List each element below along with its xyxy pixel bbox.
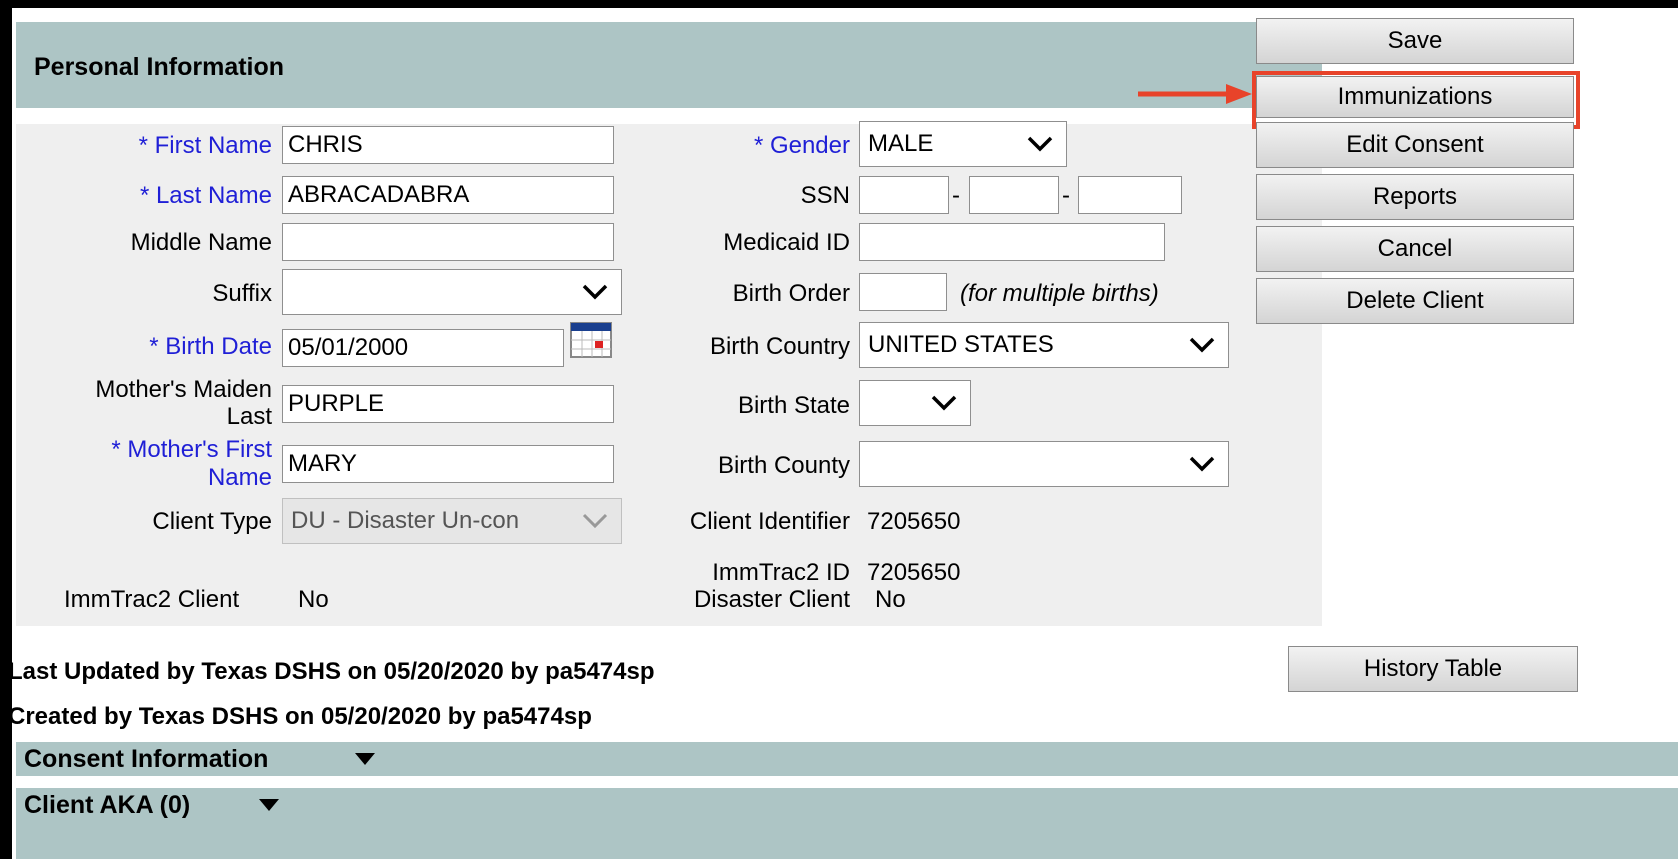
gender-label: * Gender: [753, 132, 850, 159]
birth-country-label: Birth Country: [709, 333, 850, 360]
gender-value: MALE: [868, 130, 934, 157]
first-name-label: * First Name: [138, 132, 272, 159]
mothers-maiden-label-1: Mother's Maiden: [95, 376, 272, 403]
birth-county-select[interactable]: [859, 441, 1229, 487]
middle-name-label: Middle Name: [130, 229, 272, 256]
ssn-part3-input[interactable]: [1078, 176, 1182, 214]
chevron-down-icon: [1027, 136, 1053, 152]
page-frame: Personal Information * First Name CHRIS …: [12, 8, 1678, 859]
mothers-maiden-label-2: Last: [226, 403, 272, 430]
mothers-first-label-2: Name: [207, 464, 272, 491]
client-type-label: Client Type: [152, 508, 272, 535]
ssn-separator: -: [952, 182, 960, 209]
client-identifier-value: 7205650: [867, 508, 961, 535]
ssn-separator: -: [1062, 182, 1070, 209]
created-text: Created by Texas DSHS on 05/20/2020 by p…: [12, 703, 592, 730]
medicaid-id-input[interactable]: [859, 223, 1165, 261]
immtrac2-id-value: 7205650: [867, 559, 961, 586]
cancel-button[interactable]: Cancel: [1256, 226, 1574, 272]
ssn-part1-input[interactable]: [859, 176, 949, 214]
birth-date-label: * Birth Date: [149, 333, 272, 360]
history-table-button[interactable]: History Table: [1288, 646, 1578, 692]
save-button[interactable]: Save: [1256, 18, 1574, 64]
disaster-client-value: No: [875, 586, 906, 613]
birth-county-label: Birth County: [717, 452, 850, 479]
birth-order-input[interactable]: [859, 273, 947, 311]
birth-state-select[interactable]: [859, 380, 971, 426]
arrow-right-icon: [1138, 84, 1252, 104]
section-title: Personal Information: [34, 53, 285, 81]
mothers-first-label-1: * Mother's First: [111, 436, 272, 463]
triangle-down-icon[interactable]: [258, 798, 280, 812]
client-aka-title: Client AKA (0): [24, 791, 191, 819]
disaster-client-label: Disaster Client: [693, 586, 850, 613]
immtrac2-id-label: ImmTrac2 ID: [712, 559, 850, 586]
immtrac2-client-label: ImmTrac2 Client: [64, 586, 240, 613]
medicaid-id-label: Medicaid ID: [723, 229, 850, 256]
immunizations-highlight-box: [1252, 71, 1580, 129]
birth-order-hint: (for multiple births): [960, 280, 1159, 307]
birth-order-label: Birth Order: [732, 280, 850, 307]
immtrac2-client-value: No: [298, 586, 329, 613]
chevron-down-icon: [931, 395, 957, 411]
delete-client-button[interactable]: Delete Client: [1256, 278, 1574, 324]
ssn-label: SSN: [800, 182, 850, 209]
birth-state-label: Birth State: [737, 392, 850, 419]
triangle-down-icon[interactable]: [354, 752, 376, 766]
client-identifier-label: Client Identifier: [689, 508, 850, 535]
edit-consent-button[interactable]: Edit Consent: [1256, 122, 1574, 168]
consent-information-title: Consent Information: [24, 745, 269, 773]
birth-country-value: UNITED STATES: [868, 331, 1054, 358]
chevron-down-icon: [1189, 456, 1215, 472]
last-updated-text: Last Updated by Texas DSHS on 05/20/2020…: [12, 658, 655, 685]
chevron-down-icon: [1189, 337, 1215, 353]
gender-select[interactable]: MALE: [859, 121, 1067, 167]
birth-country-select[interactable]: UNITED STATES: [859, 322, 1229, 368]
suffix-label: Suffix: [212, 280, 272, 307]
ssn-part2-input[interactable]: [969, 176, 1059, 214]
last-name-label: * Last Name: [139, 182, 272, 209]
reports-button[interactable]: Reports: [1256, 174, 1574, 220]
client-type-value: DU - Disaster Un-con: [291, 507, 520, 534]
